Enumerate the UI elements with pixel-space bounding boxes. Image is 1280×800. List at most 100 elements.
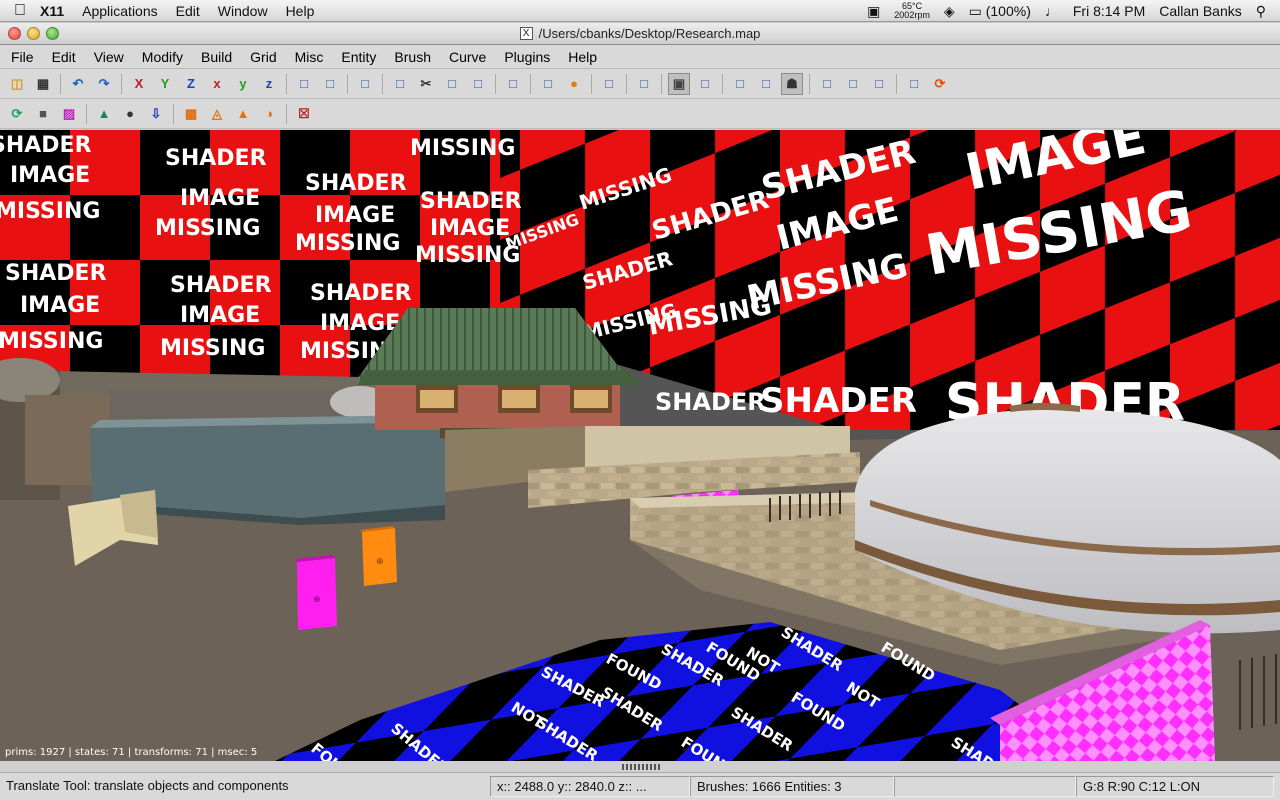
bug-button[interactable]: ● [119, 103, 141, 125]
flip-x-button[interactable]: X [128, 73, 150, 95]
show-patch-button[interactable]: □ [816, 73, 838, 95]
save-button[interactable]: ▦ [32, 73, 54, 95]
menu-curve[interactable]: Curve [438, 49, 493, 65]
menu-help[interactable]: Help [557, 49, 604, 65]
select-complete-tall-button[interactable]: □ [293, 73, 315, 95]
status-bar: Translate Tool: translate objects and co… [0, 773, 1280, 800]
menu-file[interactable]: File [0, 49, 41, 65]
brush-button[interactable]: ■ [32, 103, 54, 125]
toolbar-separator [896, 73, 897, 94]
menu-plugins[interactable]: Plugins [493, 49, 557, 65]
open-button[interactable]: ◫ [6, 73, 28, 95]
close-window-button[interactable] [8, 27, 21, 40]
temperature-readout[interactable]: 65°C 2002rpm [894, 2, 930, 20]
no-draw-button[interactable]: ☒ [293, 103, 315, 125]
camera-icon: ▣ [672, 75, 686, 91]
svg-text:MISSING: MISSING [410, 136, 515, 161]
mac-menu-window[interactable]: Window [218, 3, 268, 19]
rotate-x-button[interactable]: x [206, 73, 228, 95]
texture-button[interactable]: ● [563, 73, 585, 95]
viewport-scene[interactable]: SHADER IMAGE MISSING SHADER IMAGE MISSIN… [0, 130, 1280, 761]
csg-merge-icon: □ [509, 76, 517, 91]
mac-menu-applications[interactable]: Applications [82, 3, 158, 19]
user-name[interactable]: Callan Banks [1159, 3, 1242, 19]
entity-button[interactable]: ▨ [58, 103, 80, 125]
csg-subtract-button[interactable]: □ [467, 73, 489, 95]
window-controls [8, 27, 59, 40]
view-change-icon: □ [605, 76, 613, 91]
mac-menu-edit[interactable]: Edit [176, 3, 200, 19]
scale-button[interactable]: □ [694, 73, 716, 95]
camera-status-icon[interactable]: ▣ [867, 3, 880, 20]
mac-menu-help[interactable]: Help [286, 3, 315, 19]
camera-button[interactable]: ▣ [668, 72, 690, 95]
mesh-button[interactable]: ▩ [180, 103, 202, 125]
menu-view[interactable]: View [83, 49, 131, 65]
window-titlebar[interactable]: X /Users/cbanks/Desktop/Research.map [0, 23, 1280, 45]
patch-bend-button[interactable]: □ [868, 73, 890, 95]
patch-icon: □ [849, 76, 857, 91]
menu-build[interactable]: Build [190, 49, 239, 65]
toolbar-separator [626, 73, 627, 94]
select-partial-tall-button[interactable]: □ [354, 73, 376, 95]
bevel-button[interactable]: ◬ [206, 103, 228, 125]
flip-y-button[interactable]: Y [154, 73, 176, 95]
select-inside-icon: □ [396, 76, 404, 91]
wifi-icon[interactable]: ◈ [944, 3, 955, 20]
magenta-entity-box[interactable]: ⊕ [295, 555, 337, 630]
clock[interactable]: Fri 8:14 PM [1073, 3, 1145, 19]
texture-lock-button[interactable]: ☗ [781, 72, 803, 95]
tree-button[interactable]: ▲ [93, 103, 115, 125]
svg-text:SHADER: SHADER [5, 261, 107, 286]
select-partial-tall-icon: □ [361, 76, 369, 91]
svg-text:IMAGE: IMAGE [430, 216, 510, 241]
view-entity-button[interactable]: □ [633, 73, 655, 95]
apple-icon[interactable]:  [0, 2, 40, 20]
select-inside-button[interactable]: □ [389, 73, 411, 95]
rotate-button[interactable]: □ [755, 73, 777, 95]
csg-merge-button[interactable]: □ [502, 73, 524, 95]
minimize-window-button[interactable] [27, 27, 40, 40]
cone-button[interactable]: ▲ [232, 103, 254, 125]
redo-button[interactable]: ↷ [93, 73, 115, 95]
splitter-grip-icon[interactable] [622, 764, 660, 770]
cone-icon: ▲ [236, 106, 250, 121]
patch-texture-button[interactable]: □ [903, 73, 925, 95]
svg-text:SHADER: SHADER [165, 146, 267, 171]
toolbar-separator [661, 73, 662, 94]
menu-entity[interactable]: Entity [330, 49, 383, 65]
help-button[interactable]: ⟳ [6, 103, 28, 125]
rotate-z-button[interactable]: z [258, 73, 280, 95]
camera-viewport[interactable]: SHADER IMAGE MISSING SHADER IMAGE MISSIN… [0, 130, 1280, 761]
menu-brush[interactable]: Brush [383, 49, 438, 65]
rotate-y-button[interactable]: y [232, 73, 254, 95]
arrow-down-button[interactable]: ⇩ [145, 103, 167, 125]
view-change-button[interactable]: □ [598, 73, 620, 95]
flip-z-button[interactable]: Z [180, 73, 202, 95]
undo-icon: ↶ [72, 75, 84, 91]
clip-button[interactable]: ✂ [415, 73, 437, 95]
mac-app-name[interactable]: X11 [40, 3, 64, 19]
spotlight-search-icon[interactable]: ⚲ [1256, 3, 1266, 20]
pane-splitter[interactable] [0, 761, 1280, 773]
menu-misc[interactable]: Misc [284, 49, 331, 65]
menu-modify[interactable]: Modify [131, 49, 190, 65]
csg-hollow-button[interactable]: □ [441, 73, 463, 95]
make-room-button[interactable]: □ [537, 73, 559, 95]
refresh-button[interactable]: ⟳ [929, 73, 951, 95]
toolbar-separator [86, 103, 87, 124]
select-touching-button[interactable]: □ [319, 73, 341, 95]
undo-button[interactable]: ↶ [67, 73, 89, 95]
viewport-render-stats: prims: 1927 | states: 71 | transforms: 7… [5, 747, 258, 758]
cap-button[interactable]: ◑ [258, 103, 280, 125]
toolbar-separator [495, 73, 496, 94]
battery-status[interactable]: ▭ (100%) [969, 3, 1031, 20]
menu-edit[interactable]: Edit [41, 49, 83, 65]
volume-icon[interactable]: ♩ [1045, 3, 1059, 19]
menu-grid[interactable]: Grid [239, 49, 283, 65]
zoom-window-button[interactable] [46, 27, 59, 40]
patch-button[interactable]: □ [842, 73, 864, 95]
svg-text:⊕: ⊕ [313, 595, 321, 605]
orange-entity-box[interactable]: ⊕ [360, 526, 397, 586]
translate-button[interactable]: □ [729, 73, 751, 95]
